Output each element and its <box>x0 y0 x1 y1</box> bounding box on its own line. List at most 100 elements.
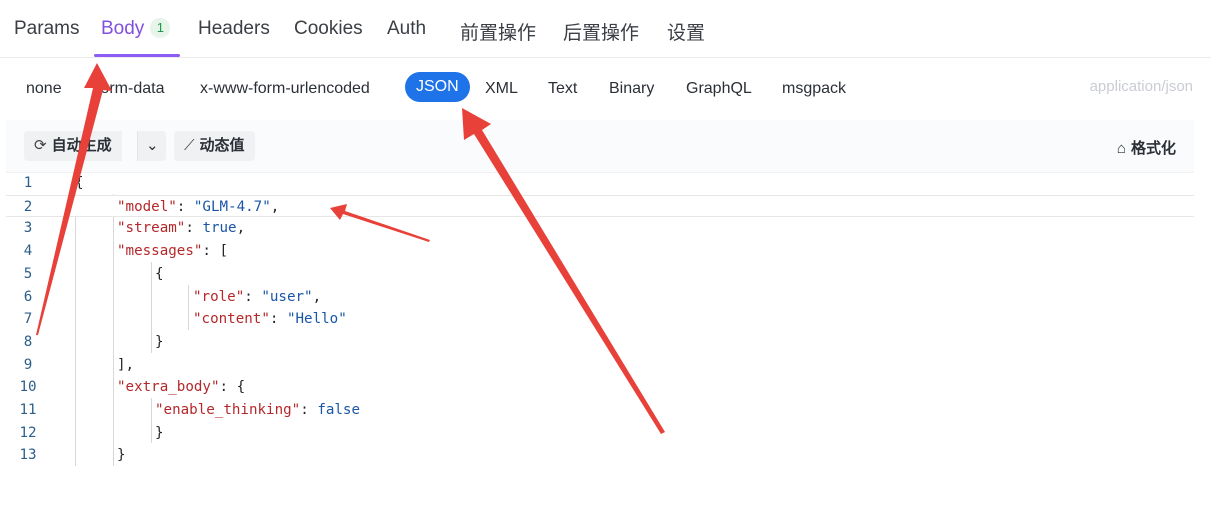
json-punctuation: , <box>312 288 322 305</box>
code-line: 1{ <box>6 172 1194 195</box>
tab-headers[interactable]: Headers <box>198 18 270 40</box>
tab-pre-processors[interactable]: 前置操作 <box>460 18 536 45</box>
body-type-xml[interactable]: XML <box>485 80 518 98</box>
json-punctuation: : <box>300 402 318 418</box>
json-boolean: false <box>317 402 361 418</box>
line-number: 10 <box>19 379 37 396</box>
json-punctuation: } <box>117 447 126 464</box>
json-string: "Hello" <box>286 311 347 328</box>
tab-post-processors[interactable]: 后置操作 <box>563 18 639 45</box>
code-text: ], <box>117 354 134 377</box>
json-string: "GLM-4.7" <box>193 198 271 215</box>
line-number: 9 <box>23 356 33 373</box>
auto-generate-dropdown[interactable]: ⌄ <box>137 131 166 161</box>
tab-settings[interactable]: 设置 <box>667 18 705 45</box>
tab-body[interactable]: Body 1 <box>101 18 171 40</box>
json-key: "extra_body" <box>117 379 220 396</box>
request-tabs: Params Body 1 Headers Cookies Auth 前置操作 后… <box>0 0 1211 58</box>
json-punctuation: : <box>269 311 287 328</box>
code-text: "model": "GLM-4.7", <box>117 196 279 219</box>
dynamic-value-button[interactable]: ⟋ 动态值 <box>174 131 255 161</box>
json-punctuation: : <box>244 288 262 305</box>
line-number: 5 <box>23 265 33 282</box>
chevron-down-icon: ⌄ <box>146 137 159 154</box>
dynamic-value-label: 动态值 <box>199 137 245 154</box>
json-key: "messages" <box>117 243 203 260</box>
json-punctuation: } <box>155 333 164 350</box>
code-line: 12} <box>6 422 1194 445</box>
line-number: 8 <box>23 333 33 350</box>
code-line: 4 "messages": [ <box>6 240 1194 263</box>
json-punctuation: : [ <box>202 243 229 260</box>
body-type-graphql[interactable]: GraphQL <box>686 80 752 98</box>
line-number: 11 <box>19 402 37 418</box>
format-icon: ⌂ <box>1116 140 1126 157</box>
code-text: "enable_thinking": false <box>155 399 360 422</box>
line-number: 1 <box>23 175 33 191</box>
json-punctuation: : { <box>219 379 246 396</box>
json-punctuation: : <box>176 198 194 215</box>
json-punctuation: , <box>270 198 280 215</box>
line-number: 6 <box>23 288 33 305</box>
body-type-json[interactable]: JSON <box>405 72 470 102</box>
format-button[interactable]: ⌂ 格式化 <box>1117 137 1176 158</box>
line-number: 12 <box>19 424 37 441</box>
code-text: "messages": [ <box>117 240 228 263</box>
code-line: 3 "stream": true, <box>6 217 1194 240</box>
tab-cookies[interactable]: Cookies <box>294 18 363 40</box>
refresh-icon: ⟳ <box>34 137 47 154</box>
code-line: 10 "extra_body": { <box>6 376 1194 399</box>
tab-params[interactable]: Params <box>14 18 79 40</box>
line-number: 4 <box>23 243 33 260</box>
body-count-badge: 1 <box>150 18 171 38</box>
json-punctuation: ], <box>117 356 135 373</box>
line-number: 7 <box>23 311 33 328</box>
content-type-label: application/json <box>1089 78 1193 95</box>
body-type-msgpack[interactable]: msgpack <box>782 80 846 98</box>
json-punctuation: , <box>236 220 246 237</box>
code-line: 9], <box>6 354 1194 377</box>
body-type-text[interactable]: Text <box>548 80 577 98</box>
line-number: 2 <box>23 198 33 215</box>
code-line: 11 "enable_thinking": false <box>6 399 1194 422</box>
code-text: "extra_body": { <box>117 376 245 399</box>
body-type-none[interactable]: none <box>26 80 62 98</box>
code-line: 6 "role": "user", <box>6 286 1194 309</box>
code-line: 13} <box>6 444 1194 467</box>
code-text: } <box>155 422 164 445</box>
format-label: 格式化 <box>1130 140 1176 157</box>
json-string: "user" <box>261 288 313 305</box>
code-text: "stream": true, <box>117 217 245 240</box>
line-number: 13 <box>19 447 37 464</box>
code-editor[interactable]: 1{2 "model": "GLM-4.7", 3 "stream": true, 4 "… <box>6 172 1194 521</box>
body-type-selector: none form-data x-www-form-urlencoded JSO… <box>0 58 1211 118</box>
body-type-urlencoded[interactable]: x-www-form-urlencoded <box>200 80 370 98</box>
code-text: "role": "user", <box>193 286 321 309</box>
json-key: "enable_thinking" <box>155 402 301 418</box>
code-text: } <box>117 444 126 467</box>
active-tab-indicator <box>94 54 180 57</box>
tab-auth[interactable]: Auth <box>387 18 426 40</box>
json-punctuation: } <box>155 424 164 441</box>
body-type-binary[interactable]: Binary <box>609 80 654 98</box>
magic-wand-icon: ⟋ <box>184 137 195 154</box>
json-key: "content" <box>193 311 270 328</box>
code-line: 8} <box>6 331 1194 354</box>
json-key: "role" <box>193 288 245 305</box>
code-line: 5{ <box>6 263 1194 286</box>
json-punctuation: { <box>155 265 164 282</box>
json-boolean: true <box>202 220 237 237</box>
json-key: "stream" <box>117 220 186 237</box>
code-text: { <box>75 172 84 195</box>
tab-body-label: Body <box>101 18 145 39</box>
code-text: { <box>155 263 164 286</box>
code-line: 2 "model": "GLM-4.7", <box>6 194 1194 219</box>
line-number: 3 <box>23 220 33 237</box>
code-text: "content": "Hello" <box>193 308 347 331</box>
body-type-form-data[interactable]: form-data <box>96 80 164 98</box>
code-text: } <box>155 331 164 354</box>
editor-toolbar: ⟳ 自动生成 ⌄ ⟋ 动态值 ⌂ 格式化 <box>6 120 1194 173</box>
json-key: "model" <box>117 198 177 215</box>
auto-generate-button[interactable]: ⟳ 自动生成 <box>24 131 122 161</box>
auto-generate-label: 自动生成 <box>51 137 112 154</box>
